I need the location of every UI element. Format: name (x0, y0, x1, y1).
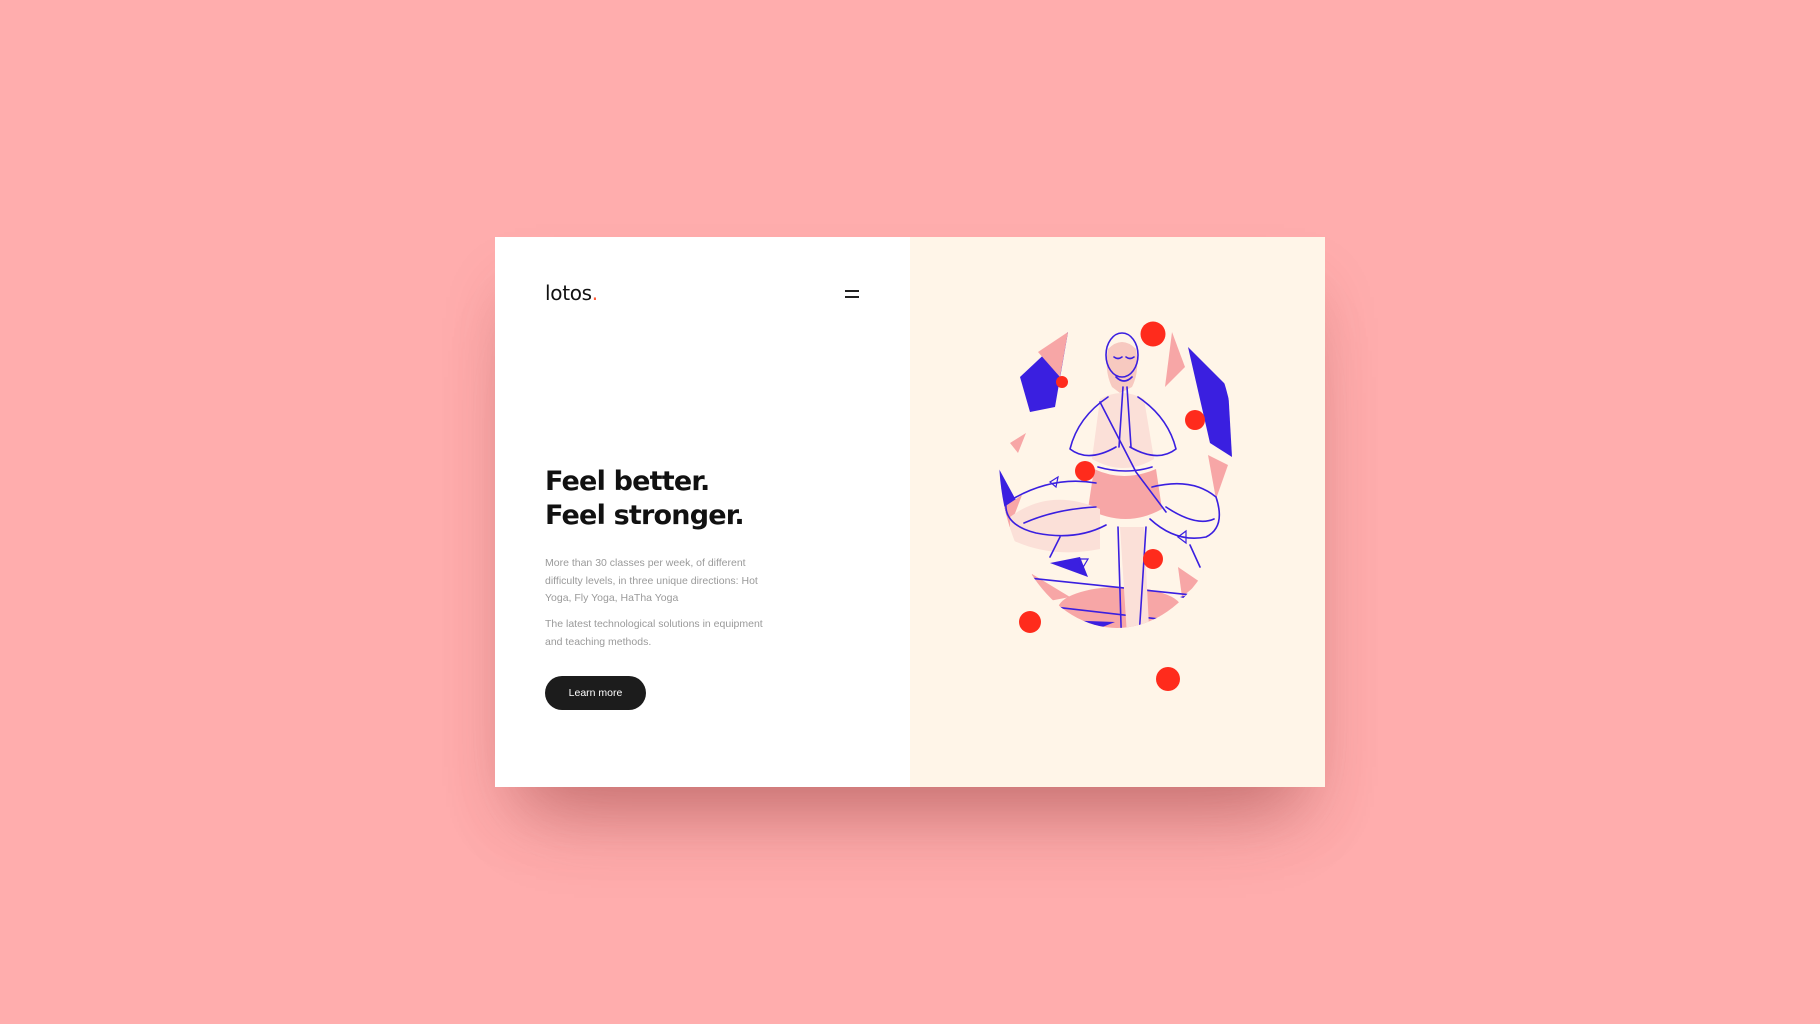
hero-description: More than 30 classes per week, of differ… (545, 557, 758, 604)
headline-line-1: Feel better. (545, 466, 710, 497)
learn-more-button[interactable]: Learn more (545, 676, 646, 710)
landing-card: lotos. Feel better. Feel stronger. More … (495, 237, 1325, 787)
brand-logo[interactable]: lotos. (545, 281, 598, 305)
brand-name: lotos (545, 281, 592, 305)
menu-line (845, 296, 859, 298)
hero-subdescription: The latest technological solutions in eq… (545, 618, 763, 648)
illustration-panel (910, 237, 1325, 787)
yoga-tree-pose-illustration (999, 321, 1232, 691)
page-background: lotos. Feel better. Feel stronger. More … (0, 0, 1820, 1024)
brand-dot: . (591, 281, 598, 305)
hero-headline: Feel better. Feel stronger. (545, 465, 745, 533)
menu-line (845, 290, 859, 292)
headline-line-2: Feel stronger. (545, 500, 745, 531)
hamburger-menu-icon[interactable] (845, 290, 859, 299)
content-panel: lotos. Feel better. Feel stronger. More … (495, 237, 910, 787)
